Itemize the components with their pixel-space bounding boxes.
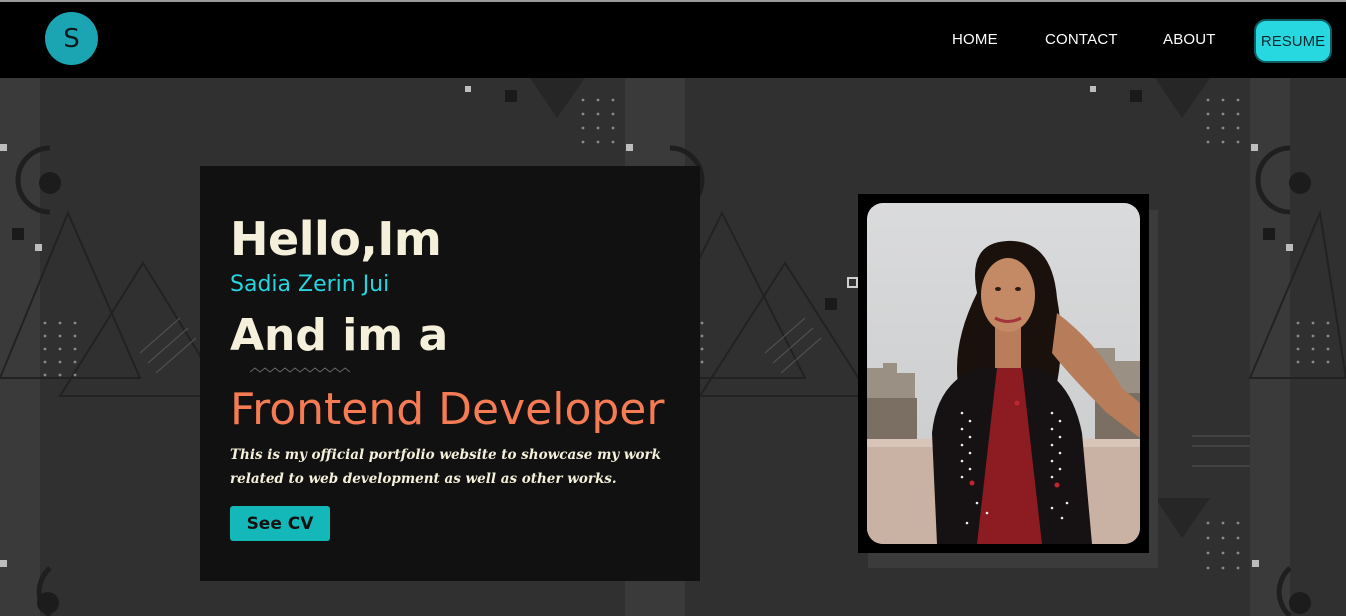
logo-letter: S bbox=[63, 23, 80, 54]
squiggle-decoration bbox=[250, 367, 350, 373]
nav-link-contact[interactable]: CONTACT bbox=[1045, 31, 1118, 48]
role-intro-heading: And im a bbox=[230, 310, 449, 361]
role-title: Frontend Developer bbox=[230, 384, 665, 435]
profile-photo-frame bbox=[858, 194, 1149, 553]
name-text: Sadia Zerin Jui bbox=[230, 272, 390, 297]
resume-button[interactable]: RESUME bbox=[1254, 19, 1332, 63]
navbar: S HOME CONTACT ABOUT RESUME bbox=[0, 0, 1346, 78]
tagline-text: This is my official portfolio website to… bbox=[230, 447, 661, 487]
profile-photo bbox=[867, 203, 1140, 544]
greeting-heading: Hello,Im bbox=[230, 212, 442, 266]
nav-link-home[interactable]: HOME bbox=[952, 31, 998, 48]
site-logo[interactable]: S bbox=[45, 12, 98, 65]
intro-card: Hello,Im Sadia Zerin Jui And im a Fronte… bbox=[200, 166, 700, 581]
nav-link-about[interactable]: ABOUT bbox=[1163, 31, 1216, 48]
see-cv-button[interactable]: See CV bbox=[230, 506, 330, 541]
